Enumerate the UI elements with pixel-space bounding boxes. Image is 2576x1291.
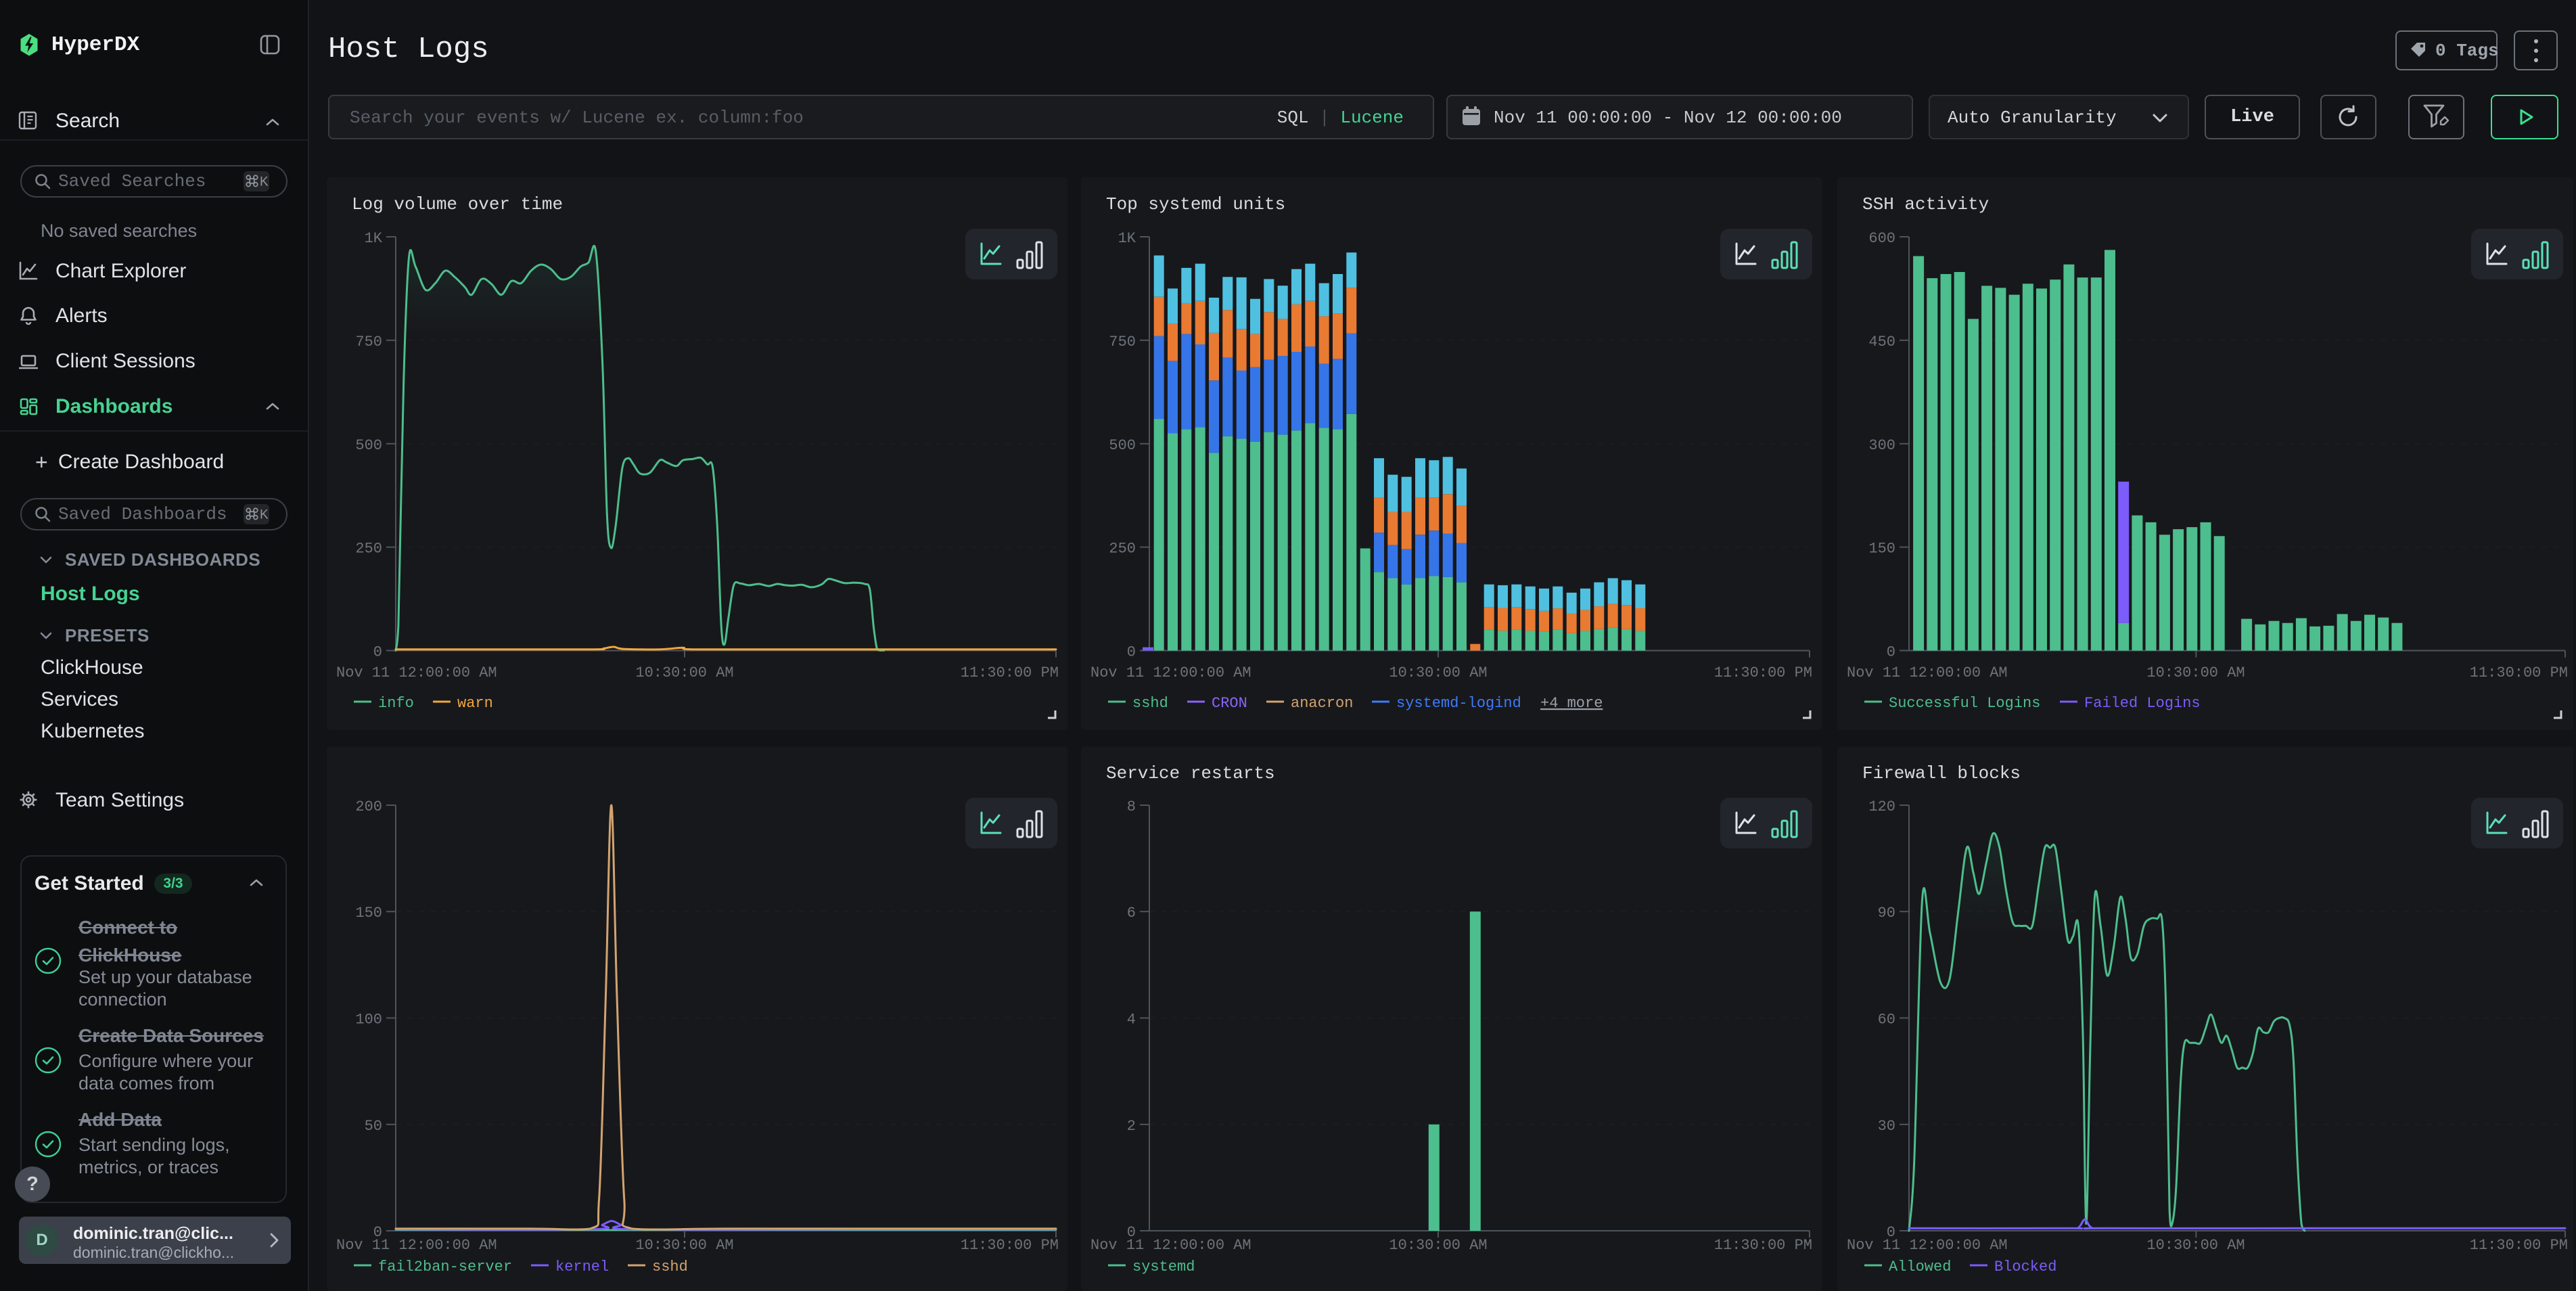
svg-text:Nov 11 12:00:00 AM: Nov 11 12:00:00 AM [1847,1237,2008,1254]
svg-text:90: 90 [1878,905,1895,922]
svg-text:Log volume over time: Log volume over time [352,194,563,214]
svg-text:10:30:00 AM: 10:30:00 AM [2146,664,2245,681]
svg-text:anacron: anacron [1291,695,1353,712]
svg-text:systemd: systemd [1132,1259,1195,1275]
svg-text:750: 750 [355,334,382,350]
svg-text:750: 750 [1109,334,1136,350]
svg-text:120: 120 [1868,798,1895,815]
svg-text:11:30:00 PM: 11:30:00 PM [2470,664,2568,681]
svg-text:10:30:00 AM: 10:30:00 AM [635,1237,733,1254]
svg-text:Nov 11 12:00:00 AM: Nov 11 12:00:00 AM [336,1237,497,1254]
svg-text:K: K [260,175,269,189]
svg-text:30: 30 [1878,1118,1895,1135]
svg-text:0: 0 [1127,644,1136,661]
svg-text:Top systemd units: Top systemd units [1106,194,1285,214]
svg-text:8: 8 [1127,798,1136,815]
svg-text:+4 more: +4 more [1540,695,1603,712]
svg-text:11:30:00 PM: 11:30:00 PM [1714,664,1812,681]
svg-text:info: info [378,695,414,712]
svg-text:300: 300 [1868,437,1895,454]
svg-text:SSH activity: SSH activity [1862,194,1989,214]
svg-text:10:30:00 AM: 10:30:00 AM [1389,664,1487,681]
svg-text:Nov 11 12:00:00 AM: Nov 11 12:00:00 AM [1090,1237,1251,1254]
svg-text:CRON: CRON [1212,695,1247,712]
svg-text:150: 150 [1868,541,1895,558]
svg-text:Blocked: Blocked [1994,1259,2056,1275]
svg-text:Firewall blocks: Firewall blocks [1862,763,2021,784]
svg-text:4: 4 [1127,1012,1136,1028]
svg-text:11:30:00 PM: 11:30:00 PM [961,664,1059,681]
svg-text:Nov 11 12:00:00 AM: Nov 11 12:00:00 AM [1090,664,1251,681]
svg-text:10:30:00 AM: 10:30:00 AM [2146,1237,2245,1254]
svg-text:systemd-logind: systemd-logind [1396,695,1521,712]
svg-text:Nov 11 12:00:00 AM: Nov 11 12:00:00 AM [1847,664,2008,681]
svg-text:11:30:00 PM: 11:30:00 PM [1714,1237,1812,1254]
svg-text:warn: warn [457,695,493,712]
svg-text:Failed Logins: Failed Logins [2084,695,2201,712]
svg-text:2: 2 [1127,1118,1136,1135]
svg-text:10:30:00 AM: 10:30:00 AM [1389,1237,1487,1254]
svg-text:kernel: kernel [555,1259,609,1275]
svg-text:150: 150 [355,905,382,922]
svg-text:500: 500 [355,437,382,454]
svg-text:0: 0 [373,644,382,661]
svg-text:1K: 1K [365,230,383,247]
svg-text:1K: 1K [1118,230,1136,247]
svg-text:fail2ban-server: fail2ban-server [378,1259,512,1275]
svg-text:100: 100 [355,1012,382,1028]
svg-text:50: 50 [365,1118,382,1135]
svg-text:sshd: sshd [652,1259,688,1275]
svg-text:K: K [260,508,269,522]
svg-text:6: 6 [1127,905,1136,922]
svg-text:500: 500 [1109,437,1136,454]
svg-text:sshd: sshd [1132,695,1168,712]
svg-text:0: 0 [1887,644,1895,661]
svg-text:250: 250 [1109,541,1136,558]
svg-text:600: 600 [1868,230,1895,247]
svg-text:250: 250 [355,541,382,558]
svg-text:450: 450 [1868,334,1895,350]
svg-text:200: 200 [355,798,382,815]
svg-text:Allowed: Allowed [1889,1259,1951,1275]
svg-text:11:30:00 PM: 11:30:00 PM [961,1237,1059,1254]
svg-text:Nov 11 12:00:00 AM: Nov 11 12:00:00 AM [336,664,497,681]
svg-text:Service restarts: Service restarts [1106,763,1275,784]
svg-text:10:30:00 AM: 10:30:00 AM [635,664,733,681]
svg-text:11:30:00 PM: 11:30:00 PM [2470,1237,2568,1254]
svg-text:60: 60 [1878,1012,1895,1028]
svg-text:Successful Logins: Successful Logins [1889,695,2040,712]
